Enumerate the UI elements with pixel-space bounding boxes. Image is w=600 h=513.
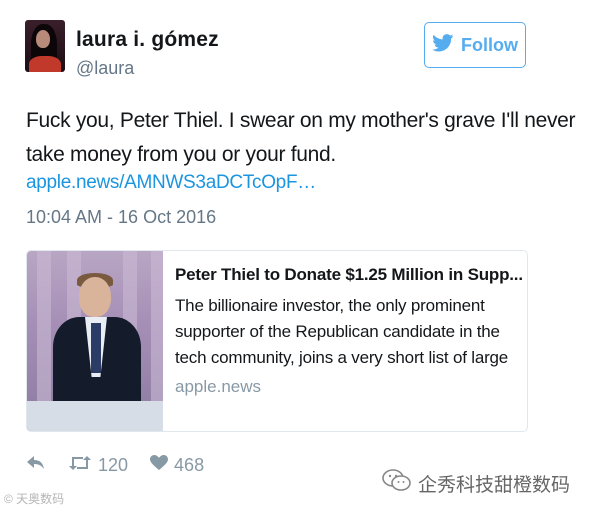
tweet-timestamp[interactable]: 10:04 AM - 16 Oct 2016 [26,207,216,228]
reply-button[interactable] [26,455,46,476]
card-desc-line-3: tech community, joins a very short list … [175,348,509,367]
card-title[interactable]: Peter Thiel to Donate $1.25 Million in S… [175,265,523,285]
tweet-text-line-2: take money from you or your fund. [26,143,336,166]
retweet-icon [68,455,92,476]
watermark-right-text: 企秀科技甜橙数码 [418,474,571,496]
tweet-actions: 120 468 [26,455,226,476]
like-count: 468 [174,455,205,475]
twitter-bird-icon [432,33,454,57]
author-name[interactable]: laura i. gómez [76,28,219,52]
author-handle[interactable]: @laura [76,58,134,79]
link-preview-card[interactable]: Peter Thiel to Donate $1.25 Million in S… [26,250,528,432]
watermark-left: © 天奥数码 [4,492,65,506]
tweet-link[interactable]: apple.news/AMNWS3aDCTcOpF… [26,172,316,194]
reply-icon [26,455,46,476]
card-thumbnail [27,251,163,431]
tweet-text-line-1: Fuck you, Peter Thiel. I swear on my mot… [26,109,576,132]
card-desc-line-1: The billionaire investor, the only promi… [175,296,485,315]
like-button[interactable]: 468 [150,455,204,476]
card-description: The billionaire investor, the only promi… [175,293,515,371]
retweet-button[interactable]: 120 [68,455,128,476]
avatar[interactable] [25,20,65,72]
wechat-icon [382,468,412,498]
follow-label: Follow [461,34,518,55]
retweet-count: 120 [98,455,129,475]
watermark-right: 企秀科技甜橙数码 [382,468,570,498]
card-desc-line-2: supporter of the Republican candidate in… [175,322,500,341]
follow-button[interactable]: Follow [424,22,526,68]
card-domain[interactable]: apple.news [175,377,515,397]
heart-icon [150,455,169,476]
tweet-text: Fuck you, Peter Thiel. I swear on my mot… [26,104,576,172]
